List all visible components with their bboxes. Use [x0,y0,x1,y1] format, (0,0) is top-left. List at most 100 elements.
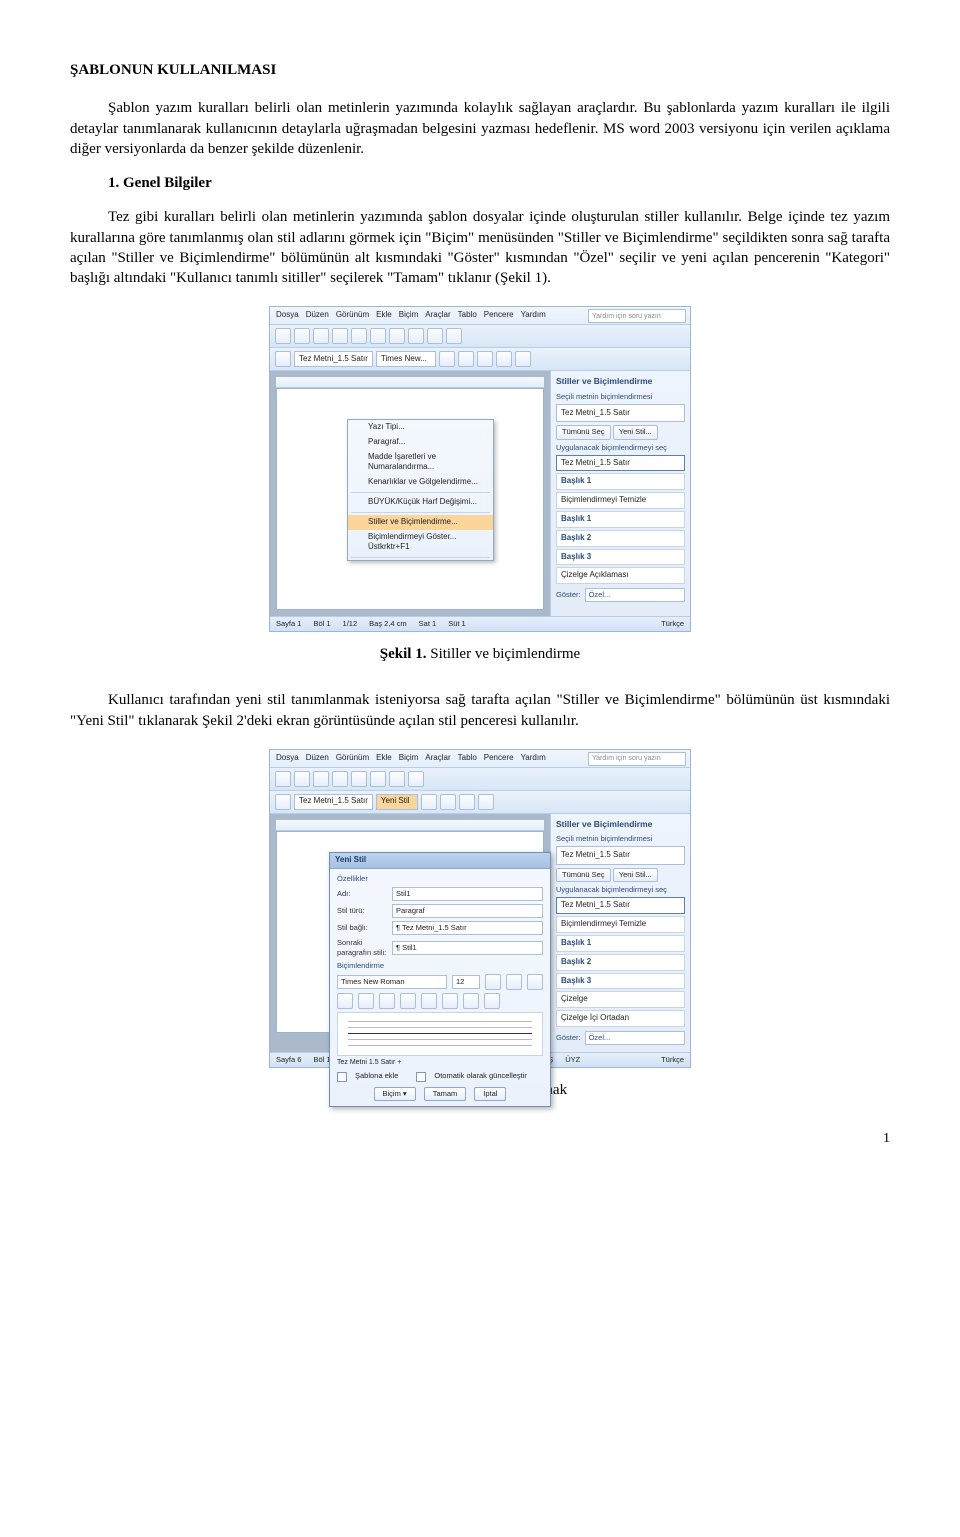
style-list-item[interactable]: Tez Metni_1.5 Satır [556,897,685,914]
align-button[interactable] [337,993,353,1009]
menu-item[interactable]: Biçim [399,753,419,764]
style-list-item[interactable]: Çizelge [556,991,685,1008]
underline-button[interactable] [527,974,543,990]
font-selector[interactable]: Times New... [376,351,436,367]
menu-item-reveal-formatting[interactable]: Biçimlendirmeyi Göster... Üstkrktr+F1 [348,530,493,556]
select-all-button[interactable]: Tümünü Seç [556,425,611,439]
indent-button[interactable] [484,993,500,1009]
toolbar-button[interactable] [458,351,474,367]
style-list-item[interactable]: Çizelge Açıklaması [556,567,685,584]
format-button[interactable]: Biçim ▾ [374,1087,416,1101]
toolbar-button[interactable] [351,328,367,344]
toolbar-button[interactable] [408,771,424,787]
menu-item[interactable]: Pencere [484,310,514,321]
menu-item[interactable]: Araçlar [425,310,450,321]
align-button[interactable] [358,993,374,1009]
menu-item[interactable]: Yardım [521,310,546,321]
menu-item[interactable]: Ekle [376,310,392,321]
toolbar-button[interactable] [275,794,291,810]
menu-item[interactable]: Görünüm [336,753,369,764]
style-list-item[interactable]: Başlık 1 [556,473,685,490]
spacing-button[interactable] [442,993,458,1009]
toolbar-button[interactable] [439,351,455,367]
menu-item[interactable]: Araçlar [425,753,450,764]
italic-button[interactable] [506,974,522,990]
type-select[interactable]: Paragraf [392,904,543,918]
toolbar-button[interactable] [313,771,329,787]
current-style-box[interactable]: Tez Metni_1.5 Satır [556,404,685,423]
checkbox[interactable] [337,1072,347,1082]
menu-item[interactable]: Tablo [458,310,477,321]
ok-button[interactable]: Tamam [424,1087,467,1101]
toolbar-button[interactable] [294,771,310,787]
help-search[interactable]: Yardım için soru yazın [588,752,686,766]
toolbar-button[interactable] [446,328,462,344]
toolbar-button[interactable] [515,351,531,367]
menu-item[interactable]: Düzen [306,310,329,321]
toolbar-button[interactable] [275,771,291,787]
toolbar-button[interactable] [351,771,367,787]
style-list-item[interactable]: Başlık 3 [556,549,685,566]
toolbar-button[interactable] [459,794,475,810]
document-page[interactable]: Yeni Stil Özellikler Adı:Stil1 Stil türü… [276,831,544,1033]
style-list-item[interactable]: Başlık 1 [556,511,685,528]
toolbar-button[interactable] [275,351,291,367]
menu-item[interactable]: Tablo [458,753,477,764]
select-all-button[interactable]: Tümünü Seç [556,868,611,882]
style-list-item[interactable]: Başlık 3 [556,973,685,990]
style-selector[interactable]: Tez Metni_1.5 Satır [294,351,373,367]
align-button[interactable] [379,993,395,1009]
toolbar-button[interactable] [408,328,424,344]
show-select[interactable]: Özel... [585,1031,685,1045]
style-list-item[interactable]: Tez Metni_1.5 Satır [556,455,685,472]
checkbox[interactable] [416,1072,426,1082]
style-list-item[interactable]: Biçimlendirmeyi Temizle [556,492,685,509]
toolbar-button[interactable] [370,328,386,344]
based-on-select[interactable]: ¶ Tez Metni_1.5 Satır [392,921,543,935]
align-button[interactable] [400,993,416,1009]
style-selector[interactable]: Tez Metni_1.5 Satır [294,794,373,810]
menu-item[interactable]: Yardım [521,753,546,764]
menu-item-font[interactable]: Yazı Tipi... [348,420,493,435]
new-style-button[interactable]: Yeni Stil... [613,425,658,439]
toolbar-button[interactable] [370,771,386,787]
bold-button[interactable] [485,974,501,990]
font-select[interactable]: Times New Roman [337,975,447,989]
help-search[interactable]: Yardım için soru yazın [588,309,686,323]
next-style-select[interactable]: ¶ Stil1 [392,941,543,955]
size-select[interactable]: 12 [452,975,480,989]
menu-item-styles[interactable]: Stiller ve Biçimlendirme... [348,515,493,530]
menu-item[interactable]: Düzen [306,753,329,764]
name-input[interactable]: Stil1 [392,887,543,901]
document-page[interactable]: Yazı Tipi... Paragraf... Madde İşaretler… [276,388,544,610]
indent-button[interactable] [463,993,479,1009]
toolbar-button[interactable] [332,771,348,787]
new-style-highlight[interactable]: Yeni Stil [376,794,418,810]
toolbar-button[interactable] [389,771,405,787]
menu-item-borders[interactable]: Kenarlıklar ve Gölgelendirme... [348,475,493,490]
menu-item[interactable]: Ekle [376,753,392,764]
style-list-item[interactable]: Başlık 2 [556,954,685,971]
menu-item[interactable]: Biçim [399,310,419,321]
style-list-item[interactable]: Çizelge İçi Ortadan [556,1010,685,1027]
menu-item-paragraph[interactable]: Paragraf... [348,435,493,450]
toolbar-button[interactable] [440,794,456,810]
toolbar-button[interactable] [478,794,494,810]
ruler[interactable] [276,377,544,388]
toolbar-button[interactable] [389,328,405,344]
menu-item[interactable]: Pencere [484,753,514,764]
toolbar-button[interactable] [294,328,310,344]
toolbar-button[interactable] [496,351,512,367]
menu-item[interactable]: Dosya [276,310,299,321]
menu-item[interactable]: Dosya [276,753,299,764]
toolbar-button[interactable] [332,328,348,344]
new-style-button[interactable]: Yeni Stil... [613,868,658,882]
style-list-item[interactable]: Başlık 1 [556,935,685,952]
menu-item-bullets[interactable]: Madde İşaretleri ve Numaralandırma... [348,450,493,476]
menu-item-case[interactable]: BÜYÜK/Küçük Harf Değişimi... [348,495,493,510]
toolbar-button[interactable] [275,328,291,344]
style-list-item[interactable]: Başlık 2 [556,530,685,547]
ruler[interactable] [276,820,544,831]
toolbar-button[interactable] [427,328,443,344]
toolbar-button[interactable] [421,794,437,810]
